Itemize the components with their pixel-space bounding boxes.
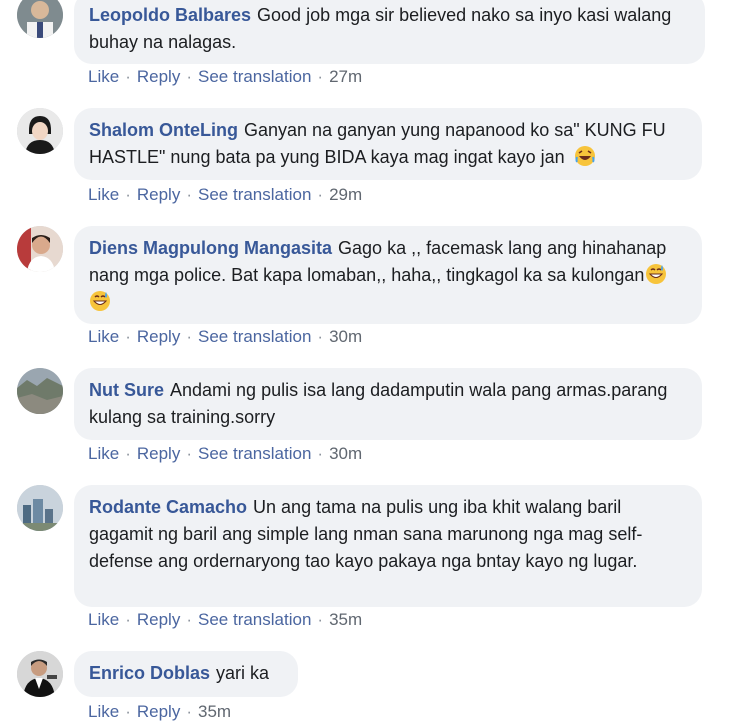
avatar[interactable] (17, 226, 63, 272)
separator-dot: · (186, 610, 192, 629)
comment-text: yari ka (216, 663, 270, 683)
laughing-emoji-icon (574, 146, 595, 166)
separator-dot: · (125, 444, 131, 463)
comment-author-link[interactable]: Leopoldo Balbares (89, 5, 251, 25)
comment-actions: Like · Reply · 35m (88, 702, 231, 722)
separator-dot: · (186, 702, 192, 721)
avatar[interactable] (17, 0, 63, 38)
avatar[interactable] (17, 485, 63, 531)
avatar[interactable] (17, 651, 63, 697)
separator-dot: · (186, 444, 192, 463)
see-translation-link[interactable]: See translation (198, 67, 311, 86)
comment-text: Andami ng pulis isa lang dadamputin wala… (89, 380, 668, 427)
separator-dot: · (125, 67, 131, 86)
reply-link[interactable]: Reply (137, 610, 180, 629)
separator-dot: · (317, 610, 324, 629)
see-translation-link[interactable]: See translation (198, 327, 311, 346)
reply-link[interactable]: Reply (137, 444, 180, 463)
comment-bubble: Rodante Camacho Un ang tama na pulis ung … (74, 485, 702, 607)
comment-bubble: Leopoldo Balbares Good job mga sir believ… (74, 0, 705, 64)
avatar[interactable] (17, 108, 63, 154)
separator-dot: · (125, 610, 131, 629)
comment-author-link[interactable]: Rodante Camacho (89, 497, 247, 517)
separator-dot: · (317, 67, 324, 86)
comment-actions: Like · Reply · See translation · 30m (88, 444, 362, 464)
like-link[interactable]: Like (88, 67, 119, 86)
comment-timestamp[interactable]: 35m (198, 702, 231, 721)
like-link[interactable]: Like (88, 327, 119, 346)
grinning-sweat-emoji-icon (646, 264, 667, 284)
comment-timestamp[interactable]: 27m (329, 67, 362, 86)
comment-bubble: Diens Magpulong Mangasita Gago ka ,, face… (74, 226, 702, 324)
like-link[interactable]: Like (88, 185, 119, 204)
see-translation-link[interactable]: See translation (198, 444, 311, 463)
comment-bubble: Shalom OnteLing Ganyan na ganyan yung nap… (74, 108, 702, 180)
separator-dot: · (125, 185, 131, 204)
comment-actions: Like · Reply · See translation · 35m (88, 610, 362, 630)
separator-dot: · (317, 327, 324, 346)
comment-author-link[interactable]: Diens Magpulong Mangasita (89, 238, 332, 258)
separator-dot: · (186, 67, 192, 86)
see-translation-link[interactable]: See translation (198, 185, 311, 204)
comment-actions: Like · Reply · See translation · 29m (88, 185, 362, 205)
avatar[interactable] (17, 368, 63, 414)
reply-link[interactable]: Reply (137, 67, 180, 86)
reply-link[interactable]: Reply (137, 185, 180, 204)
separator-dot: · (317, 185, 324, 204)
comment-actions: Like · Reply · See translation · 27m (88, 67, 362, 87)
separator-dot: · (186, 185, 192, 204)
comment-timestamp[interactable]: 30m (329, 327, 362, 346)
separator-dot: · (125, 702, 131, 721)
separator-dot: · (186, 327, 192, 346)
like-link[interactable]: Like (88, 702, 119, 721)
reply-link[interactable]: Reply (137, 327, 180, 346)
comment-bubble: Nut Sure Andami ng pulis isa lang dadampu… (74, 368, 702, 440)
like-link[interactable]: Like (88, 444, 119, 463)
comment-author-link[interactable]: Nut Sure (89, 380, 164, 400)
separator-dot: · (317, 444, 324, 463)
like-link[interactable]: Like (88, 610, 119, 629)
comment-timestamp[interactable]: 30m (329, 444, 362, 463)
comment-actions: Like · Reply · See translation · 30m (88, 327, 362, 347)
comment-author-link[interactable]: Shalom OnteLing (89, 120, 238, 140)
see-translation-link[interactable]: See translation (198, 610, 311, 629)
comment-timestamp[interactable]: 35m (329, 610, 362, 629)
comment-bubble: Enrico Doblas yari ka (74, 651, 298, 697)
comment-author-link[interactable]: Enrico Doblas (89, 663, 210, 683)
grinning-sweat-emoji-icon (90, 291, 110, 311)
comment-timestamp[interactable]: 29m (329, 185, 362, 204)
separator-dot: · (125, 327, 131, 346)
reply-link[interactable]: Reply (137, 702, 180, 721)
